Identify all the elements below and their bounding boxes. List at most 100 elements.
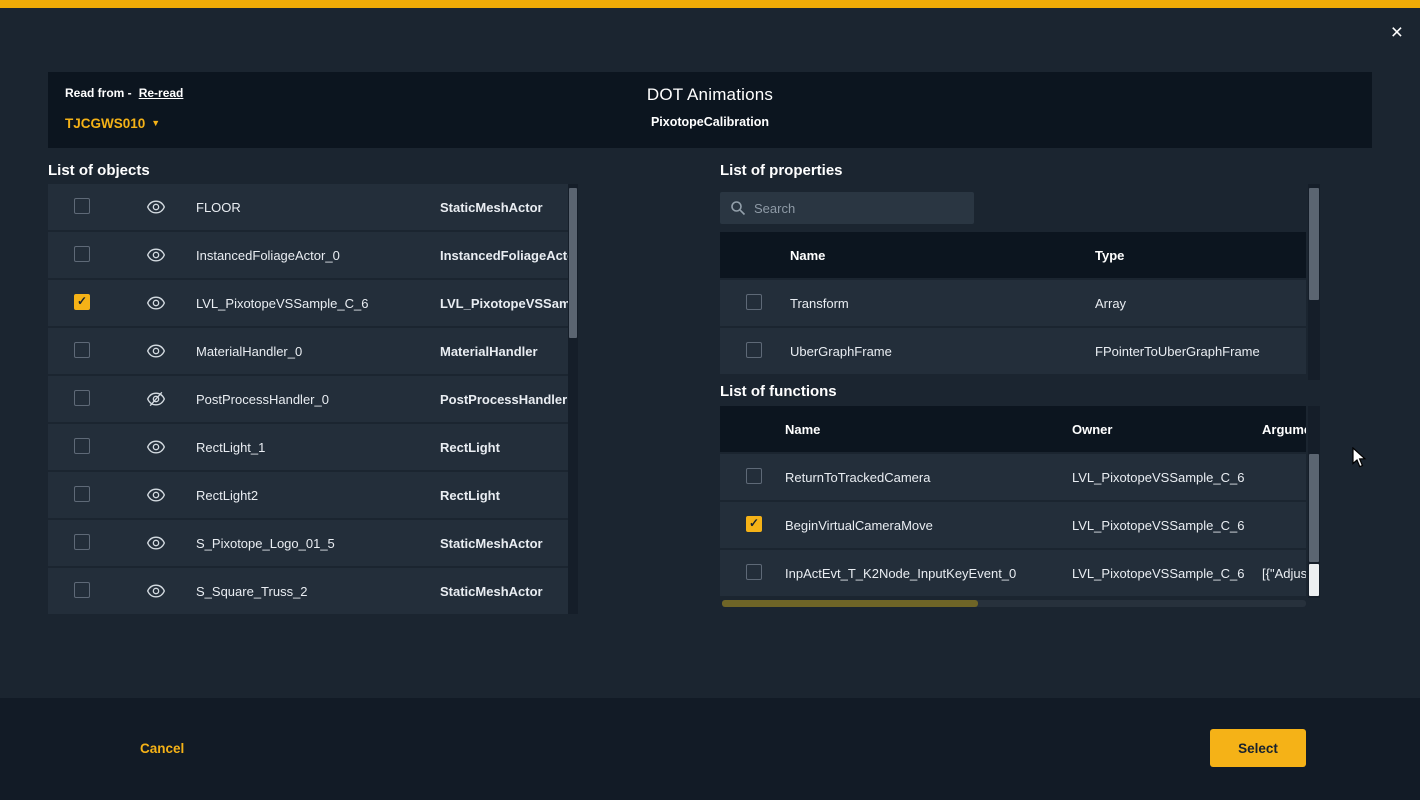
- object-type: PostProcessHandler: [440, 392, 568, 407]
- properties-search-box[interactable]: [720, 192, 974, 224]
- row-checkbox[interactable]: [74, 486, 90, 502]
- object-name: FLOOR: [196, 200, 440, 215]
- object-name: S_Square_Truss_2: [196, 584, 440, 599]
- object-checkbox-cell: [48, 582, 116, 601]
- object-name: RectLight2: [196, 488, 440, 503]
- object-checkbox-cell: [48, 534, 116, 553]
- eye-icon: [146, 245, 166, 265]
- search-input[interactable]: [754, 201, 964, 216]
- object-type: MaterialHandler: [440, 344, 568, 359]
- visibility-toggle[interactable]: [116, 341, 196, 361]
- objects-list: FLOOR StaticMeshActor InstancedFoliageAc…: [48, 184, 578, 616]
- visibility-toggle[interactable]: [116, 533, 196, 553]
- row-checkbox[interactable]: [74, 198, 90, 214]
- property-row[interactable]: Transform Array: [720, 280, 1306, 326]
- visibility-toggle[interactable]: [116, 293, 196, 313]
- function-checkbox-cell: [720, 516, 785, 535]
- visibility-toggle[interactable]: [116, 437, 196, 457]
- object-checkbox-cell: [48, 486, 116, 505]
- function-owner: LVL_PixotopeVSSample_C_6: [1072, 566, 1262, 581]
- function-checkbox-cell: [720, 468, 785, 487]
- dialog-title-block: DOT Animations PixotopeCalibration: [48, 72, 1372, 129]
- object-row[interactable]: FLOOR StaticMeshActor: [48, 184, 578, 230]
- row-checkbox[interactable]: [74, 438, 90, 454]
- properties-header-row: Name Type: [720, 232, 1306, 278]
- objects-scrollbar-thumb[interactable]: [569, 188, 577, 338]
- functions-scrollbar[interactable]: [1308, 406, 1320, 598]
- object-name: LVL_PixotopeVSSample_C_6: [196, 296, 440, 311]
- dot-animations-dialog: × Read from -Re-read TJCGWS010▼ DOT Anim…: [0, 0, 1420, 800]
- object-type: StaticMeshActor: [440, 536, 568, 551]
- properties-rows: Transform Array UberGraphFrame FPointerT…: [720, 280, 1306, 374]
- object-name: RectLight_1: [196, 440, 440, 455]
- row-checkbox[interactable]: [746, 294, 762, 310]
- objects-heading: List of objects: [48, 162, 150, 179]
- row-checkbox[interactable]: [74, 390, 90, 406]
- row-checkbox[interactable]: [74, 534, 90, 550]
- object-row[interactable]: S_Square_Truss_2 StaticMeshActor: [48, 568, 578, 614]
- object-name: MaterialHandler_0: [196, 344, 440, 359]
- row-checkbox[interactable]: [74, 246, 90, 262]
- properties-heading: List of properties: [720, 162, 843, 179]
- eye-icon: [146, 341, 166, 361]
- function-row[interactable]: BeginVirtualCameraMove LVL_PixotopeVSSam…: [720, 502, 1306, 548]
- cancel-button[interactable]: Cancel: [140, 741, 184, 756]
- dialog-title: DOT Animations: [48, 85, 1372, 105]
- object-name: InstancedFoliageActor_0: [196, 248, 440, 263]
- eye-icon: [146, 581, 166, 601]
- row-checkbox[interactable]: [746, 342, 762, 358]
- properties-scrollbar-thumb[interactable]: [1309, 188, 1319, 300]
- object-row[interactable]: LVL_PixotopeVSSample_C_6 LVL_PixotopeVSS…: [48, 280, 578, 326]
- property-type: Array: [1095, 296, 1306, 311]
- select-button[interactable]: Select: [1210, 729, 1306, 767]
- properties-table: Name Type Transform Array UberGraphFrame…: [720, 232, 1306, 376]
- object-row[interactable]: S_Pixotope_Logo_01_5 StaticMeshActor: [48, 520, 578, 566]
- row-checkbox[interactable]: [74, 294, 90, 310]
- functions-scrollbar-thumb[interactable]: [1309, 454, 1319, 562]
- object-checkbox-cell: [48, 294, 116, 313]
- functions-horizontal-scrollbar[interactable]: [722, 600, 1306, 607]
- properties-scrollbar[interactable]: [1308, 184, 1320, 380]
- function-arguments: [{"Adjus: [1262, 566, 1306, 581]
- visibility-toggle[interactable]: [116, 389, 196, 409]
- functions-scrollbar-thumb-bottom[interactable]: [1309, 564, 1319, 596]
- visibility-toggle[interactable]: [116, 485, 196, 505]
- functions-horizontal-scrollbar-thumb[interactable]: [722, 600, 978, 607]
- object-checkbox-cell: [48, 390, 116, 409]
- functions-header-row: Name Owner Arguments: [720, 406, 1306, 452]
- functions-table: Name Owner Arguments ReturnToTrackedCame…: [720, 406, 1306, 598]
- function-row[interactable]: ReturnToTrackedCamera LVL_PixotopeVSSamp…: [720, 454, 1306, 500]
- function-owner: LVL_PixotopeVSSample_C_6: [1072, 470, 1262, 485]
- close-icon[interactable]: ×: [1391, 22, 1403, 43]
- column-header-name: Name: [785, 422, 1072, 437]
- dialog-subtitle: PixotopeCalibration: [48, 115, 1372, 129]
- row-checkbox[interactable]: [746, 516, 762, 532]
- search-icon: [730, 200, 746, 216]
- object-row[interactable]: RectLight_1 RectLight: [48, 424, 578, 470]
- object-type: InstancedFoliageActor: [440, 248, 568, 263]
- object-type: RectLight: [440, 488, 568, 503]
- functions-heading: List of functions: [720, 383, 837, 400]
- function-checkbox-cell: [720, 564, 785, 583]
- property-name: UberGraphFrame: [790, 344, 1095, 359]
- row-checkbox[interactable]: [74, 582, 90, 598]
- function-row[interactable]: InpActEvt_T_K2Node_InputKeyEvent_0 LVL_P…: [720, 550, 1306, 596]
- object-row[interactable]: MaterialHandler_0 MaterialHandler: [48, 328, 578, 374]
- property-checkbox-cell: [720, 294, 790, 313]
- row-checkbox[interactable]: [746, 564, 762, 580]
- property-row[interactable]: UberGraphFrame FPointerToUberGraphFrame: [720, 328, 1306, 374]
- row-checkbox[interactable]: [74, 342, 90, 358]
- objects-scrollbar[interactable]: [568, 184, 578, 614]
- property-name: Transform: [790, 296, 1095, 311]
- mouse-cursor: [1352, 447, 1372, 469]
- object-row[interactable]: PostProcessHandler_0 PostProcessHandler: [48, 376, 578, 422]
- visibility-toggle[interactable]: [116, 197, 196, 217]
- visibility-toggle[interactable]: [116, 581, 196, 601]
- row-checkbox[interactable]: [746, 468, 762, 484]
- visibility-toggle[interactable]: [116, 245, 196, 265]
- column-header-type: Type: [1095, 248, 1306, 263]
- object-row[interactable]: RectLight2 RectLight: [48, 472, 578, 518]
- object-row[interactable]: InstancedFoliageActor_0 InstancedFoliage…: [48, 232, 578, 278]
- object-type: StaticMeshActor: [440, 584, 568, 599]
- eye-icon: [146, 485, 166, 505]
